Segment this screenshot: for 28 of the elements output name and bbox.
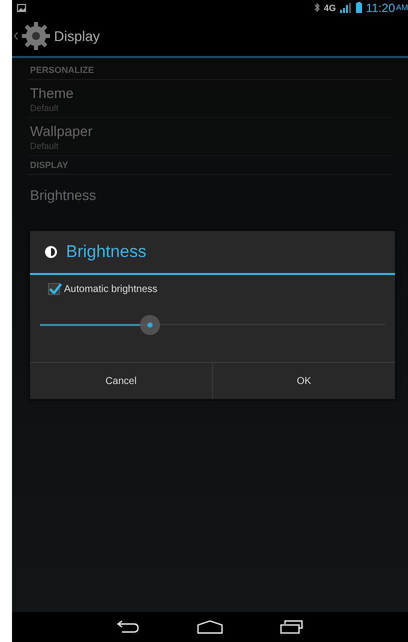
home-icon[interactable] <box>197 620 223 634</box>
brightness-icon <box>44 245 58 259</box>
dialog-button[interactable]: OK <box>212 363 395 399</box>
setting-title[interactable]: Wallpaper <box>30 123 390 139</box>
setting-title[interactable]: Theme <box>30 85 390 101</box>
back-icon[interactable] <box>116 620 140 634</box>
screen-title: Display <box>54 28 100 44</box>
setting-summary: Default <box>30 141 60 151</box>
bluetooth-icon <box>314 3 320 12</box>
up-caret-icon[interactable] <box>14 32 18 40</box>
brightness-slider[interactable] <box>40 315 385 335</box>
section-header: PERSONALIZE <box>28 61 392 80</box>
signal-icon <box>340 2 352 12</box>
dialog-button[interactable]: Cancel <box>30 363 212 399</box>
slider-thumb[interactable] <box>140 315 160 335</box>
clock-am-pm: AM <box>396 3 408 12</box>
gear-icon[interactable] <box>21 20 51 50</box>
network-type: 4G <box>324 2 336 12</box>
checkbox-label: Automatic brightness <box>64 284 158 294</box>
clock-time: 11:20 <box>366 0 395 14</box>
battery-icon <box>356 2 362 13</box>
setting-summary: Default <box>30 103 60 113</box>
setting-title[interactable]: Brightness <box>30 187 390 203</box>
picture-icon <box>17 4 26 12</box>
recent-apps-icon[interactable] <box>280 620 304 634</box>
checkbox[interactable] <box>48 283 60 295</box>
section-header: DISPLAY <box>28 156 392 175</box>
dialog-title: Brightness <box>66 242 146 262</box>
